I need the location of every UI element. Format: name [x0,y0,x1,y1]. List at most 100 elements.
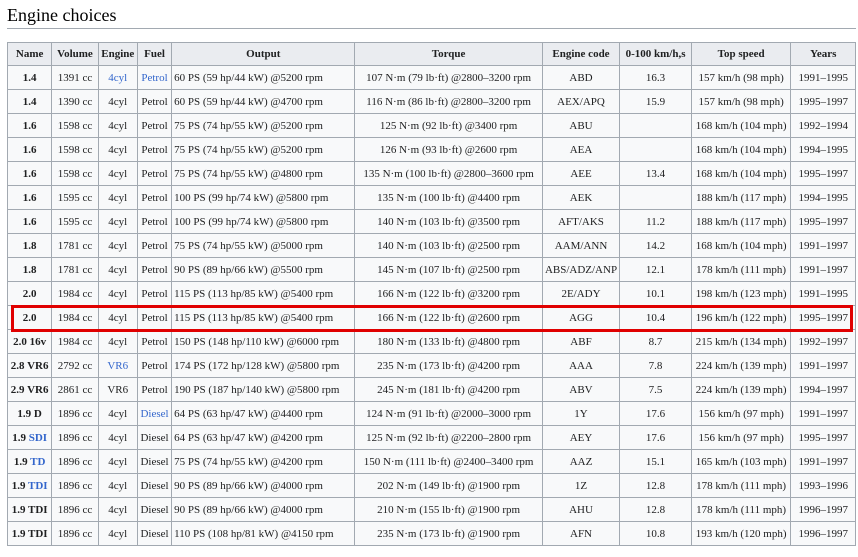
cell-name: 1.9 D [6,401,53,426]
cell-name: 1.6 [6,137,53,162]
cell-engine: 4cyl [97,281,138,306]
name-text: 1.9 [13,455,31,468]
cell-engine: 4cyl [97,401,138,426]
cell-top-speed: 224 km/h (139 mph) [690,353,792,378]
engine-text: 4cyl [108,191,128,204]
cell-top-speed: 188 km/h (117 mph) [690,185,792,210]
table-row: 2.9 VR6 2861 cc VR6 Petrol 190 PS (187 hp/14… [6,377,856,402]
fuel-text: Petrol [141,119,168,132]
name-link[interactable]: TD [30,456,45,468]
name-text: 1.4 [22,71,37,84]
cell-output: 90 PS (89 hp/66 kW) @4000 rpm [171,497,356,522]
col-header-name[interactable]: Name [6,42,53,66]
cell-volume: 1896 cc [51,449,99,474]
cell-torque: 210 N·m (155 lb·ft) @1900 rpm [354,497,543,522]
cell-output: 110 PS (108 hp/81 kW) @4150 rpm [171,521,356,546]
table-row: 1.6 1598 cc 4cyl Petrol 75 PS (74 hp/55 kW) … [6,137,856,162]
cell-name: 2.0 [6,281,53,306]
col-header-engine-code[interactable]: Engine code [541,42,621,66]
fuel-text: Diesel [140,431,169,444]
cell-fuel: Petrol [136,209,173,234]
cell-name: 1.9 TDI [6,497,53,522]
col-header-torque[interactable]: Torque [354,42,543,66]
cell-years: 1995–1997 [790,161,856,186]
cell-volume: 1984 cc [51,281,99,306]
col-header-volume[interactable]: Volume [51,42,99,66]
table-row: 1.8 1781 cc 4cyl Petrol 75 PS (74 hp/55 kW) … [6,233,856,258]
engine-text: 4cyl [108,215,128,228]
name-text: 1.6 [22,167,37,180]
cell-years: 1991–1997 [790,257,856,282]
fuel-text: Petrol [141,263,168,276]
cell-top-speed: 168 km/h (104 mph) [690,161,792,186]
cell-output: 75 PS (74 hp/55 kW) @5200 rpm [171,113,356,138]
cell-years: 1996–1997 [790,521,856,546]
col-header-years[interactable]: Years [790,42,856,66]
fuel-link[interactable]: Diesel [140,408,168,420]
engine-text: 4cyl [108,455,128,468]
cell-volume: 2792 cc [51,353,99,378]
cell-years: 1992–1997 [790,329,856,354]
table-row: 1.9 TD 1896 cc 4cyl Diesel 75 PS (74 hp/55 k… [6,449,856,474]
engine-text: 4cyl [108,431,128,444]
col-header-engine[interactable]: Engine [97,42,138,66]
cell-torque: 135 N·m (100 lb·ft) @4400 rpm [354,185,543,210]
engine-text: 4cyl [108,263,128,276]
name-link[interactable]: SDI [29,432,47,444]
col-header-output[interactable]: Output [171,42,356,66]
cell-engine-code: AAM/ANN [541,233,621,258]
col-header-fuel[interactable]: Fuel [136,42,173,66]
cell-engine-code: 1Z [541,473,621,498]
name-text: 1.6 [22,215,37,228]
fuel-text: Diesel [140,503,169,516]
cell-years: 1991–1997 [790,449,856,474]
cell-engine-code: AEK [541,185,621,210]
fuel-text: Petrol [141,95,168,108]
cell-fuel: Petrol [136,257,173,282]
cell-fuel: Diesel [136,401,173,426]
table-row: 1.9 TDI 1896 cc 4cyl Diesel 90 PS (89 hp/66 … [6,497,856,522]
cell-volume: 1595 cc [51,209,99,234]
cell-torque: 235 N·m (173 lb·ft) @1900 rpm [354,521,543,546]
cell-output: 90 PS (89 hp/66 kW) @5500 rpm [171,257,356,282]
fuel-text: Petrol [141,335,168,348]
cell-acceleration: 7.5 [619,377,692,402]
cell-name: 2.0 [6,305,53,330]
fuel-text: Diesel [140,455,169,468]
cell-acceleration: 12.1 [619,257,692,282]
table-row: 2.0 1984 cc 4cyl Petrol 115 PS (113 hp/85 kW… [6,281,856,306]
col-header-acceleration[interactable]: 0-100 km/h,s [619,42,692,66]
cell-name: 1.9 TDI [6,521,53,546]
cell-name: 1.9 SDI [6,425,53,450]
cell-top-speed: 178 km/h (111 mph) [690,473,792,498]
cell-engine-code: AEE [541,161,621,186]
cell-top-speed: 156 km/h (97 mph) [690,401,792,426]
cell-name: 1.9 TD [6,449,53,474]
engine-text: 4cyl [108,407,128,420]
fuel-link[interactable]: Petrol [141,72,167,84]
cell-acceleration [619,137,692,162]
name-text: 1.6 [22,191,37,204]
cell-name: 1.6 [6,113,53,138]
engine-text: 4cyl [108,119,128,132]
cell-fuel: Petrol [136,233,173,258]
name-text: 2.9 VR6 [10,383,49,396]
cell-name: 1.6 [6,161,53,186]
table-row: 1.4 1390 cc 4cyl Petrol 60 PS (59 hp/44 kW) … [6,89,856,114]
fuel-text: Petrol [141,383,168,396]
fuel-text: Petrol [141,143,168,156]
engine-text: 4cyl [108,503,128,516]
engine-text: 4cyl [108,95,128,108]
cell-acceleration: 17.6 [619,425,692,450]
cell-fuel: Petrol [136,65,173,90]
table-row: 1.6 1595 cc 4cyl Petrol 100 PS (99 hp/74 kW)… [6,209,856,234]
engine-link[interactable]: VR6 [107,360,128,372]
engine-link[interactable]: 4cyl [108,72,127,84]
cell-acceleration: 14.2 [619,233,692,258]
cell-acceleration [619,185,692,210]
cell-top-speed: 168 km/h (104 mph) [690,137,792,162]
col-header-top-speed[interactable]: Top speed [690,42,792,66]
cell-acceleration: 12.8 [619,473,692,498]
name-text: 1.9 [12,431,29,444]
name-link[interactable]: TDI [28,480,48,492]
